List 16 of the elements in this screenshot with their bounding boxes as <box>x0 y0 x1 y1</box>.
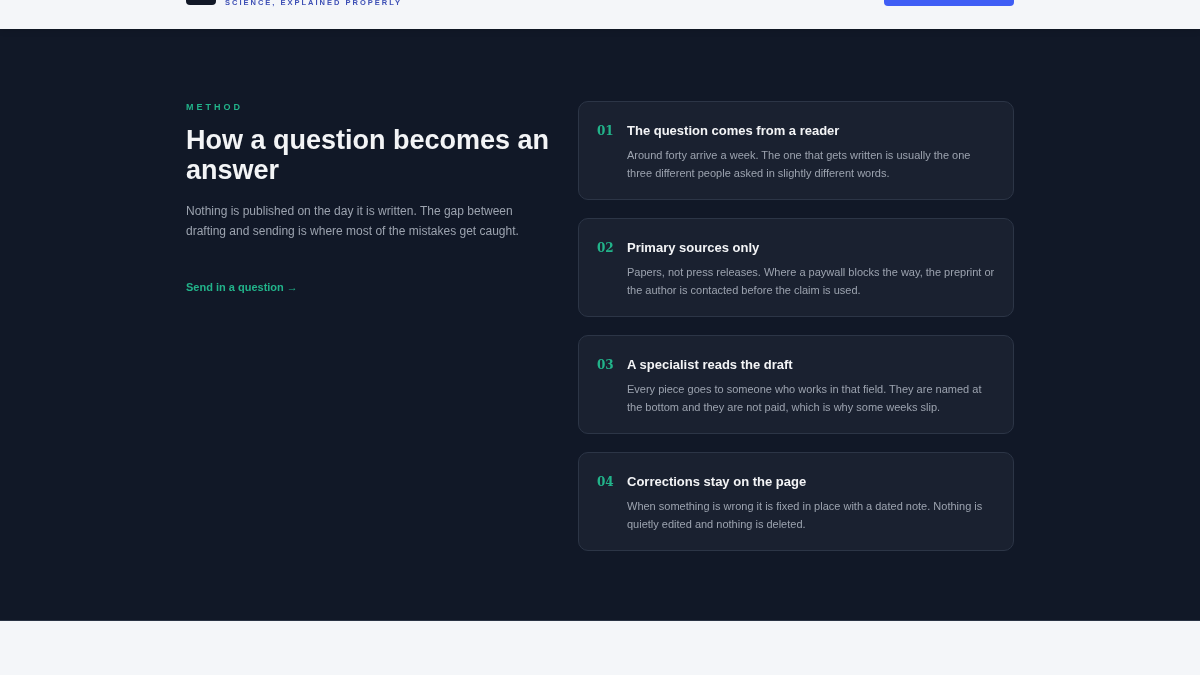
step-title: Primary sources only <box>627 239 761 257</box>
step-title: A specialist reads the draft <box>627 356 794 374</box>
section-title: How a question becomes an answer <box>186 124 550 185</box>
step-number: 02 <box>597 240 613 257</box>
step-text: Papers, not press releases. Where a paywall blocks the way, the preprint or the author is contacted before the claim is used. <box>627 265 995 298</box>
step-number: 03 <box>597 357 613 374</box>
section-eyebrow: METHOD <box>186 101 244 114</box>
step-title: Corrections stay on the page <box>627 473 808 491</box>
step-number: 04 <box>597 474 613 491</box>
step-text: When something is wrong it is fixed in place with a dated note. Nothing is quietly edited and nothing is deleted. <box>627 499 984 532</box>
step-text: Around forty arrive a week. The one that gets written is usually the one three different people asked in slightly different words. <box>627 148 972 181</box>
section-intro: Nothing is published on the day it is written. The gap between drafting and sending is where most of the mistakes get caught. <box>186 202 520 240</box>
send-question-link[interactable]: Send in a question → <box>186 278 298 295</box>
step-number: 01 <box>597 123 613 140</box>
step-title: The question comes from a reader <box>627 122 841 140</box>
step-text: Every piece goes to someone who works in that field. They are named at the bottom and they are not paid, which is why some weeks slip. <box>627 382 983 415</box>
